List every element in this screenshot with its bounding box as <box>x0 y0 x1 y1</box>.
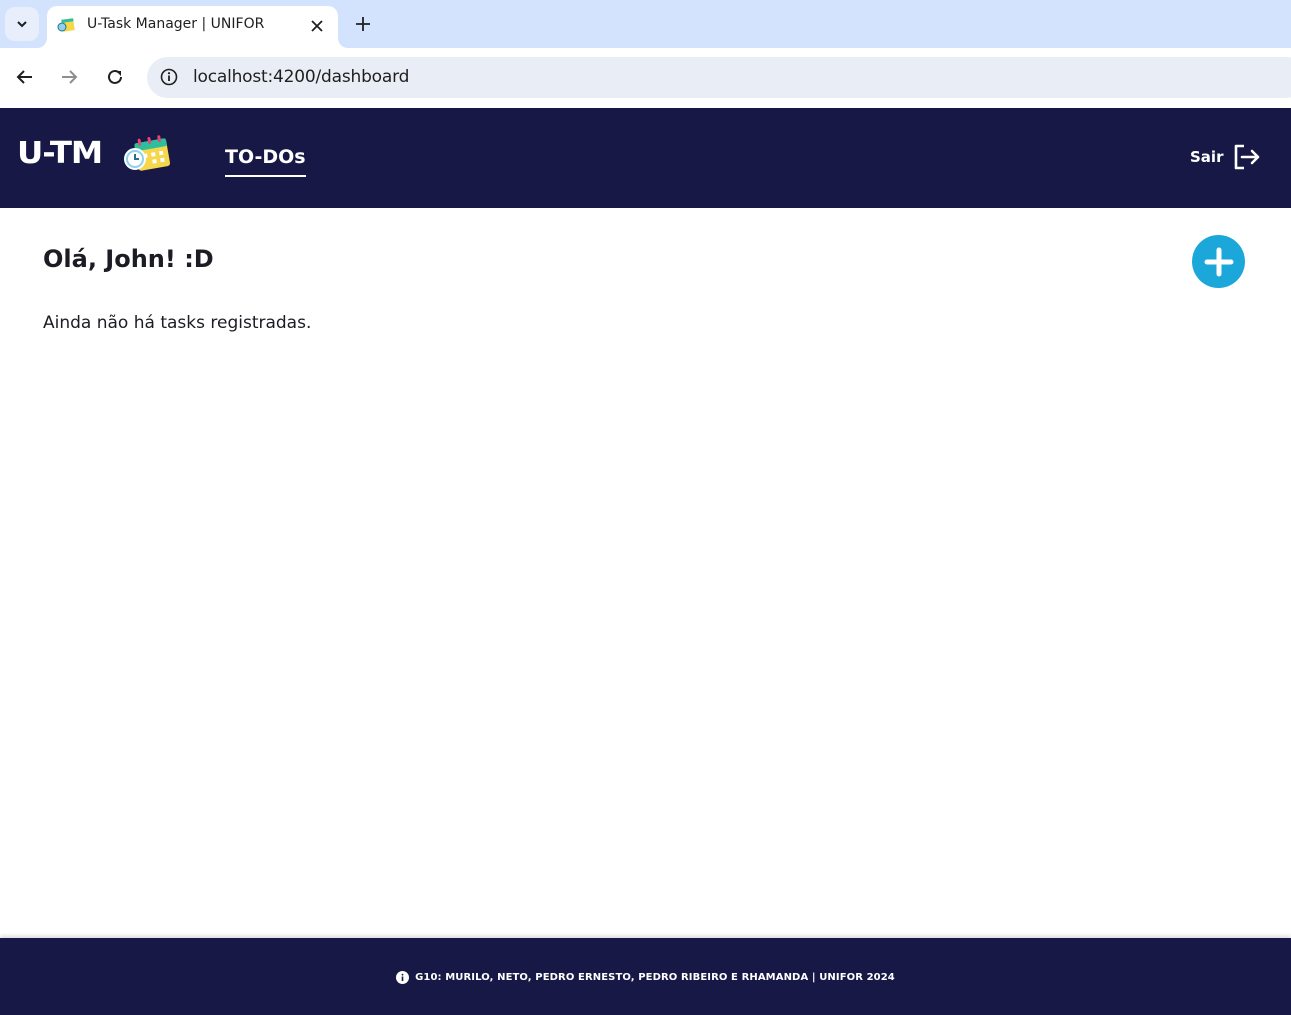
footer-credits: G10: MURILO, NETO, PEDRO ERNESTO, PEDRO … <box>0 971 1291 984</box>
logout-label: Sair <box>1190 148 1224 166</box>
greeting-heading: Olá, John! :D <box>43 245 214 273</box>
footer-text: G10: MURILO, NETO, PEDRO ERNESTO, PEDRO … <box>415 972 895 983</box>
close-icon <box>311 20 323 32</box>
forward-button[interactable] <box>54 62 84 92</box>
site-info-icon[interactable] <box>159 67 179 87</box>
address-bar[interactable]: localhost:4200/dashboard <box>147 57 1291 98</box>
nav-link-todos[interactable]: TO-DOs <box>225 146 306 177</box>
url-text: localhost:4200/dashboard <box>193 67 410 87</box>
info-icon <box>396 971 410 984</box>
arrow-right-icon <box>62 70 78 84</box>
calendar-clock-icon <box>57 18 75 32</box>
add-task-button[interactable] <box>1192 235 1245 288</box>
brand-logo-text[interactable]: U-TM <box>17 136 103 171</box>
tab-search-button[interactable] <box>5 7 39 41</box>
app-footer: G10: MURILO, NETO, PEDRO ERNESTO, PEDRO … <box>0 938 1291 1015</box>
reload-icon <box>108 69 122 84</box>
chevron-down-icon <box>17 21 27 28</box>
browser-toolbar: localhost:4200/dashboard <box>0 48 1291 107</box>
tab-title: U-Task Manager | UNIFOR <box>87 16 265 32</box>
logout-button[interactable]: Sair <box>1190 144 1261 170</box>
calendar-clock-icon <box>124 135 171 171</box>
new-tab-button[interactable] <box>350 11 376 37</box>
plus-icon <box>356 17 370 31</box>
logout-icon <box>1235 144 1260 170</box>
plus-icon <box>1204 247 1233 276</box>
browser-tabstrip: U-Task Manager | UNIFOR <box>0 0 1291 48</box>
back-button[interactable] <box>10 62 40 92</box>
browser-tab[interactable]: U-Task Manager | UNIFOR <box>47 6 338 48</box>
arrow-left-icon <box>16 70 32 84</box>
reload-button[interactable] <box>100 62 130 92</box>
app-header: U-TM TO-DOs Sair <box>0 108 1291 208</box>
tab-close-button[interactable] <box>306 15 328 37</box>
empty-tasks-message: Ainda não há tasks registradas. <box>43 313 312 333</box>
